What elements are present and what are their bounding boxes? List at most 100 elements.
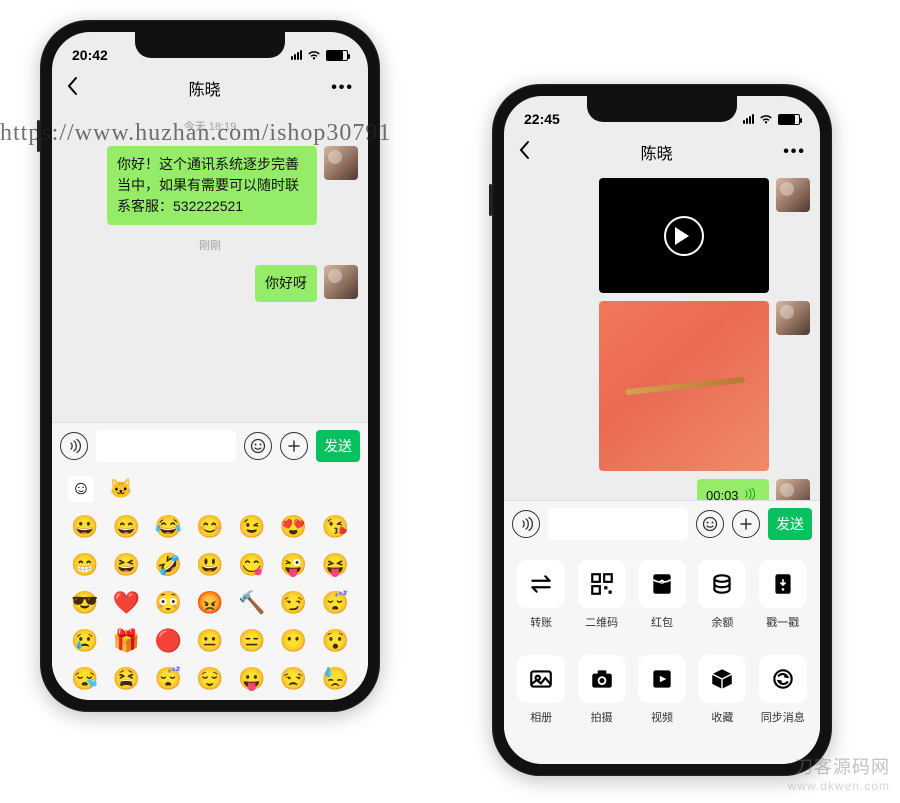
send-button[interactable]: 发送 [316, 430, 360, 462]
emoji-icon[interactable] [244, 432, 272, 460]
action-label: 视频 [651, 709, 673, 725]
emoji-item[interactable]: 😶 [280, 628, 307, 654]
page-dots [64, 698, 356, 700]
input-bar: 发送 [504, 500, 820, 546]
emoji-tab-custom[interactable]: 🐱 [108, 476, 134, 502]
voice-icon[interactable] [60, 432, 88, 460]
status-time: 20:42 [72, 47, 108, 63]
emoji-item[interactable]: 😍 [280, 514, 307, 540]
redpacket-icon [638, 560, 686, 608]
emoji-item[interactable]: 😯 [321, 628, 348, 654]
emoji-item[interactable]: 😴 [321, 590, 348, 616]
emoji-item[interactable]: 😪 [71, 666, 98, 692]
emoji-item[interactable]: 🔨 [238, 590, 265, 616]
transfer-icon [517, 560, 565, 608]
emoji-item[interactable]: 😑 [238, 628, 265, 654]
action-label: 二维码 [585, 614, 618, 630]
back-icon[interactable] [518, 140, 530, 165]
action-label: 红包 [651, 614, 673, 630]
action-box[interactable]: 收藏 [695, 655, 749, 738]
action-camera[interactable]: 拍摄 [574, 655, 628, 738]
action-label: 同步消息 [761, 709, 805, 725]
message-input[interactable] [96, 430, 236, 462]
chat-header: 陈晓 ••• [504, 132, 820, 172]
emoji-item[interactable]: 😀 [71, 514, 98, 540]
message-input[interactable] [548, 508, 688, 540]
action-coins[interactable]: 余额 [695, 560, 749, 643]
video-thumbnail[interactable] [599, 178, 769, 293]
emoji-item[interactable]: 😴 [155, 666, 182, 692]
action-album[interactable]: 相册 [514, 655, 568, 738]
emoji-item[interactable]: 😓 [321, 666, 348, 692]
emoji-item[interactable]: 😎 [71, 590, 98, 616]
emoji-item[interactable]: 😡 [196, 590, 223, 616]
emoji-tab-smiley[interactable]: ☺ [68, 476, 94, 502]
action-transfer[interactable]: 转账 [514, 560, 568, 643]
avatar[interactable] [776, 479, 810, 500]
voice-icon[interactable] [512, 510, 540, 538]
chat-header: 陈晓 ••• [52, 68, 368, 108]
emoji-grid: 😀 😄 😂 😊 😉 😍 😘 😁 😆 🤣 😃 😋 😜 😝 😎 ❤️ 😳 😡 🔨 😏 😴 😢 🎁 🔴 😐 😑 😶 😯 😪 😫 😴 😌 😛 😒 😓 [64, 508, 356, 698]
plus-icon[interactable] [280, 432, 308, 460]
attachment-panel: 转账二维码 红包 余额 戳一戳相册 拍摄视频 收藏同步消息 [504, 546, 820, 764]
avatar[interactable] [324, 146, 358, 180]
message-bubble[interactable]: 你好呀 [255, 265, 317, 302]
action-redpacket[interactable]: 红包 [635, 560, 689, 643]
wifi-icon [759, 111, 773, 127]
send-button[interactable]: 发送 [768, 508, 812, 540]
emoji-item[interactable]: 😄 [113, 514, 140, 540]
battery-icon [778, 114, 800, 125]
avatar[interactable] [776, 301, 810, 335]
emoji-item[interactable]: 😢 [71, 628, 98, 654]
emoji-item[interactable]: 😒 [280, 666, 307, 692]
emoji-icon[interactable] [696, 510, 724, 538]
action-qrcode[interactable]: 二维码 [574, 560, 628, 643]
timestamp: 今天 18:19 [62, 118, 358, 134]
emoji-item[interactable]: 😐 [196, 628, 223, 654]
plus-icon[interactable] [732, 510, 760, 538]
emoji-item[interactable]: 🔴 [155, 628, 182, 654]
signal-icon [291, 50, 302, 60]
video-icon [638, 655, 686, 703]
emoji-panel: ☺ 🐱 😀 😄 😂 😊 😉 😍 😘 😁 😆 🤣 😃 😋 😜 😝 😎 ❤️ 😳 😡 🔨 😏 😴 😢 🎁 🔴 😐 😑 😶 😯 😪 😫 😴 😌 😛 😒 😓 [52, 468, 368, 700]
emoji-item[interactable]: 😌 [196, 666, 223, 692]
emoji-item[interactable]: 😊 [196, 514, 223, 540]
qrcode-icon [578, 560, 626, 608]
chat-body[interactable]: 00:03 [504, 172, 820, 500]
more-icon[interactable]: ••• [783, 143, 806, 161]
emoji-item[interactable]: 😁 [71, 552, 98, 578]
more-icon[interactable]: ••• [331, 79, 354, 97]
chat-message-audio: 00:03 [514, 479, 810, 500]
emoji-item[interactable]: 😉 [238, 514, 265, 540]
emoji-item[interactable]: 😏 [280, 590, 307, 616]
emoji-item[interactable]: ❤️ [113, 590, 140, 616]
emoji-item[interactable]: 😃 [196, 552, 223, 578]
audio-bubble[interactable]: 00:03 [697, 479, 769, 500]
action-label: 余额 [711, 614, 733, 630]
chat-message-image [514, 301, 810, 471]
emoji-item[interactable]: 🤣 [155, 552, 182, 578]
action-video[interactable]: 视频 [635, 655, 689, 738]
emoji-item[interactable]: 😆 [113, 552, 140, 578]
emoji-item[interactable]: 😝 [321, 552, 348, 578]
emoji-item[interactable]: 😂 [155, 514, 182, 540]
emoji-item[interactable]: 😫 [113, 666, 140, 692]
emoji-item[interactable]: 😜 [280, 552, 307, 578]
message-bubble[interactable]: 你好！这个通讯系统逐步完善当中，如果有需要可以随时联系客服：532222521 [107, 146, 317, 225]
action-label: 相册 [530, 709, 552, 725]
coins-icon [698, 560, 746, 608]
emoji-item[interactable]: 🎁 [113, 628, 140, 654]
back-icon[interactable] [66, 76, 78, 101]
action-sync[interactable]: 同步消息 [756, 655, 810, 738]
action-tap[interactable]: 戳一戳 [756, 560, 810, 643]
emoji-item[interactable]: 😋 [238, 552, 265, 578]
phone-mockup-left: 20:42 陈晓 ••• 今天 18:19 你好！这个通讯系统逐步完善当中，如果… [40, 20, 380, 712]
emoji-item[interactable]: 😛 [238, 666, 265, 692]
audio-wave-icon [743, 486, 755, 500]
avatar[interactable] [776, 178, 810, 212]
avatar[interactable] [324, 265, 358, 299]
emoji-item[interactable]: 😘 [321, 514, 348, 540]
emoji-item[interactable]: 😳 [155, 590, 182, 616]
chat-body[interactable]: 今天 18:19 你好！这个通讯系统逐步完善当中，如果有需要可以随时联系客服：5… [52, 108, 368, 422]
chat-image[interactable] [599, 301, 769, 471]
